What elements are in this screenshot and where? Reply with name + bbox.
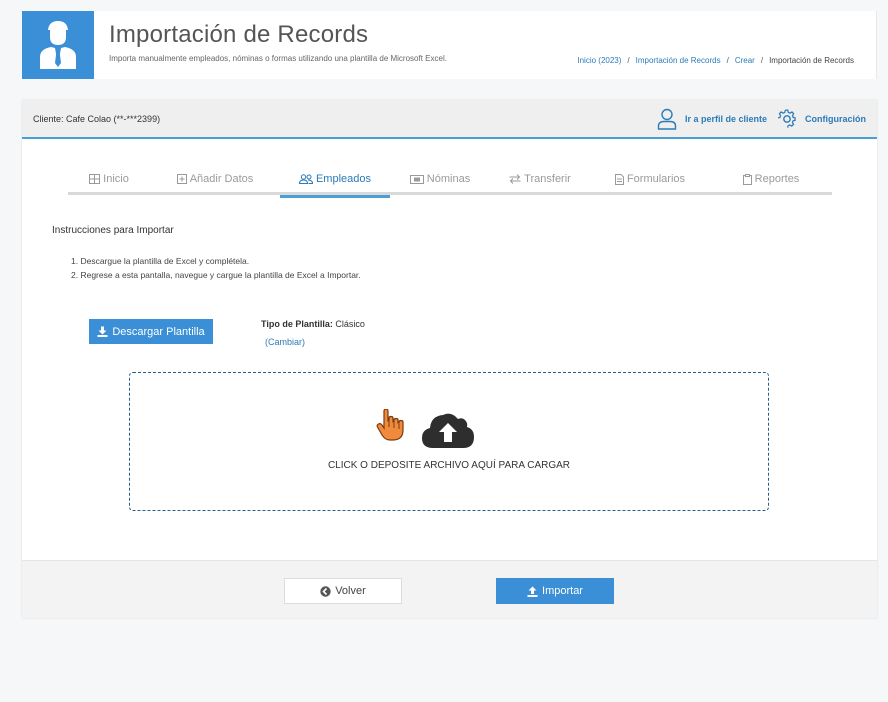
tab-transferir[interactable]: Transferir — [490, 163, 590, 195]
client-profile-link[interactable]: Ir a perfil de cliente — [657, 108, 767, 130]
page-title: Importación de Records — [109, 21, 369, 48]
import-button[interactable]: Importar — [496, 578, 614, 604]
import-label: Importar — [542, 585, 583, 597]
plus-square-icon — [176, 174, 187, 184]
tab-label: Añadir Datos — [189, 173, 254, 185]
breadcrumb-separator: / — [760, 56, 764, 65]
dropzone-text: CLICK O DEPOSITE ARCHIVO AQUÍ PARA CARGA… — [327, 460, 571, 471]
tab-inicio[interactable]: Inicio — [68, 163, 150, 195]
back-button[interactable]: Volver — [284, 578, 402, 604]
user-outline-icon — [657, 108, 677, 130]
tab-label: Reportes — [754, 173, 800, 185]
template-type: Tipo de Plantilla: Clásico — [261, 319, 365, 329]
breadcrumb-separator: / — [726, 56, 729, 65]
grid-icon — [89, 174, 101, 184]
card-header: Cliente: Cafe Colao (**-***2399) Ir a pe… — [22, 100, 877, 139]
instruction-step: 1. Descargue la plantilla de Excel y com… — [71, 256, 250, 266]
user-tie-icon — [40, 21, 76, 69]
pointer-hand-icon — [376, 409, 404, 441]
change-template-link[interactable]: (Cambiar) — [265, 337, 305, 347]
arrow-left-circle-icon — [320, 585, 331, 597]
template-type-label: Tipo de Plantilla: — [261, 319, 333, 329]
card-footer: Volver Importar — [22, 560, 877, 618]
upload-icon — [527, 586, 538, 597]
swap-icon — [509, 174, 521, 184]
back-label: Volver — [335, 585, 366, 597]
download-icon — [97, 326, 108, 337]
instruction-step: 2. Regrese a esta pantalla, navegue y ca… — [71, 270, 361, 280]
breadcrumb-separator: / — [627, 56, 630, 65]
breadcrumb: Inicio (2023) / Importación de Records /… — [577, 56, 854, 65]
tab-empleados[interactable]: Empleados — [280, 163, 390, 198]
tab-anadir-datos[interactable]: Añadir Datos — [150, 163, 280, 195]
settings-label: Configuración — [805, 114, 866, 124]
avatar — [22, 11, 94, 79]
cloud-upload-icon — [422, 413, 474, 448]
download-template-label: Descargar Plantilla — [112, 325, 205, 338]
tab-label: Formularios — [626, 173, 686, 185]
page-header: Importación de Records Importa manualmen… — [22, 11, 877, 79]
client-label: Cliente: Cafe Colao (**-***2399) — [33, 114, 161, 124]
breadcrumb-item-inicio[interactable]: Inicio (2023) — [577, 56, 621, 65]
page-subtitle: Importa manualmente empleados, nóminas o… — [109, 54, 447, 63]
settings-link[interactable]: Configuración — [777, 109, 866, 129]
money-icon — [409, 174, 424, 184]
breadcrumb-item-crear[interactable]: Crear — [735, 56, 755, 65]
template-type-value: Clásico — [335, 319, 365, 329]
file-dropzone[interactable]: CLICK O DEPOSITE ARCHIVO AQUÍ PARA CARGA… — [129, 372, 769, 511]
tab-label: Transferir — [524, 173, 571, 185]
clipboard-icon — [742, 173, 752, 185]
import-card: Cliente: Cafe Colao (**-***2399) Ir a pe… — [22, 100, 877, 618]
tab-bar: Inicio Añadir Datos Empleados Nóminas Tr… — [68, 163, 832, 198]
gear-icon — [777, 109, 796, 128]
document-icon — [614, 173, 624, 185]
header-actions: Ir a perfil de cliente Configuración — [657, 108, 866, 130]
instructions-title: Instrucciones para Importar — [52, 225, 174, 236]
breadcrumb-item-current: Importación de Records — [769, 56, 854, 65]
breadcrumb-item-importacion[interactable]: Importación de Records — [636, 56, 721, 65]
tab-label: Nóminas — [426, 173, 471, 185]
tab-nominas[interactable]: Nóminas — [390, 163, 490, 195]
instructions-list: 1. Descargue la plantilla de Excel y com… — [71, 254, 361, 282]
tab-reportes[interactable]: Reportes — [710, 163, 832, 195]
users-icon — [298, 174, 313, 184]
tab-formularios[interactable]: Formularios — [590, 163, 710, 195]
client-profile-label: Ir a perfil de cliente — [684, 114, 767, 124]
tab-label: Empleados — [315, 173, 372, 185]
download-template-button[interactable]: Descargar Plantilla — [89, 319, 213, 344]
tab-label: Inicio — [103, 173, 129, 185]
